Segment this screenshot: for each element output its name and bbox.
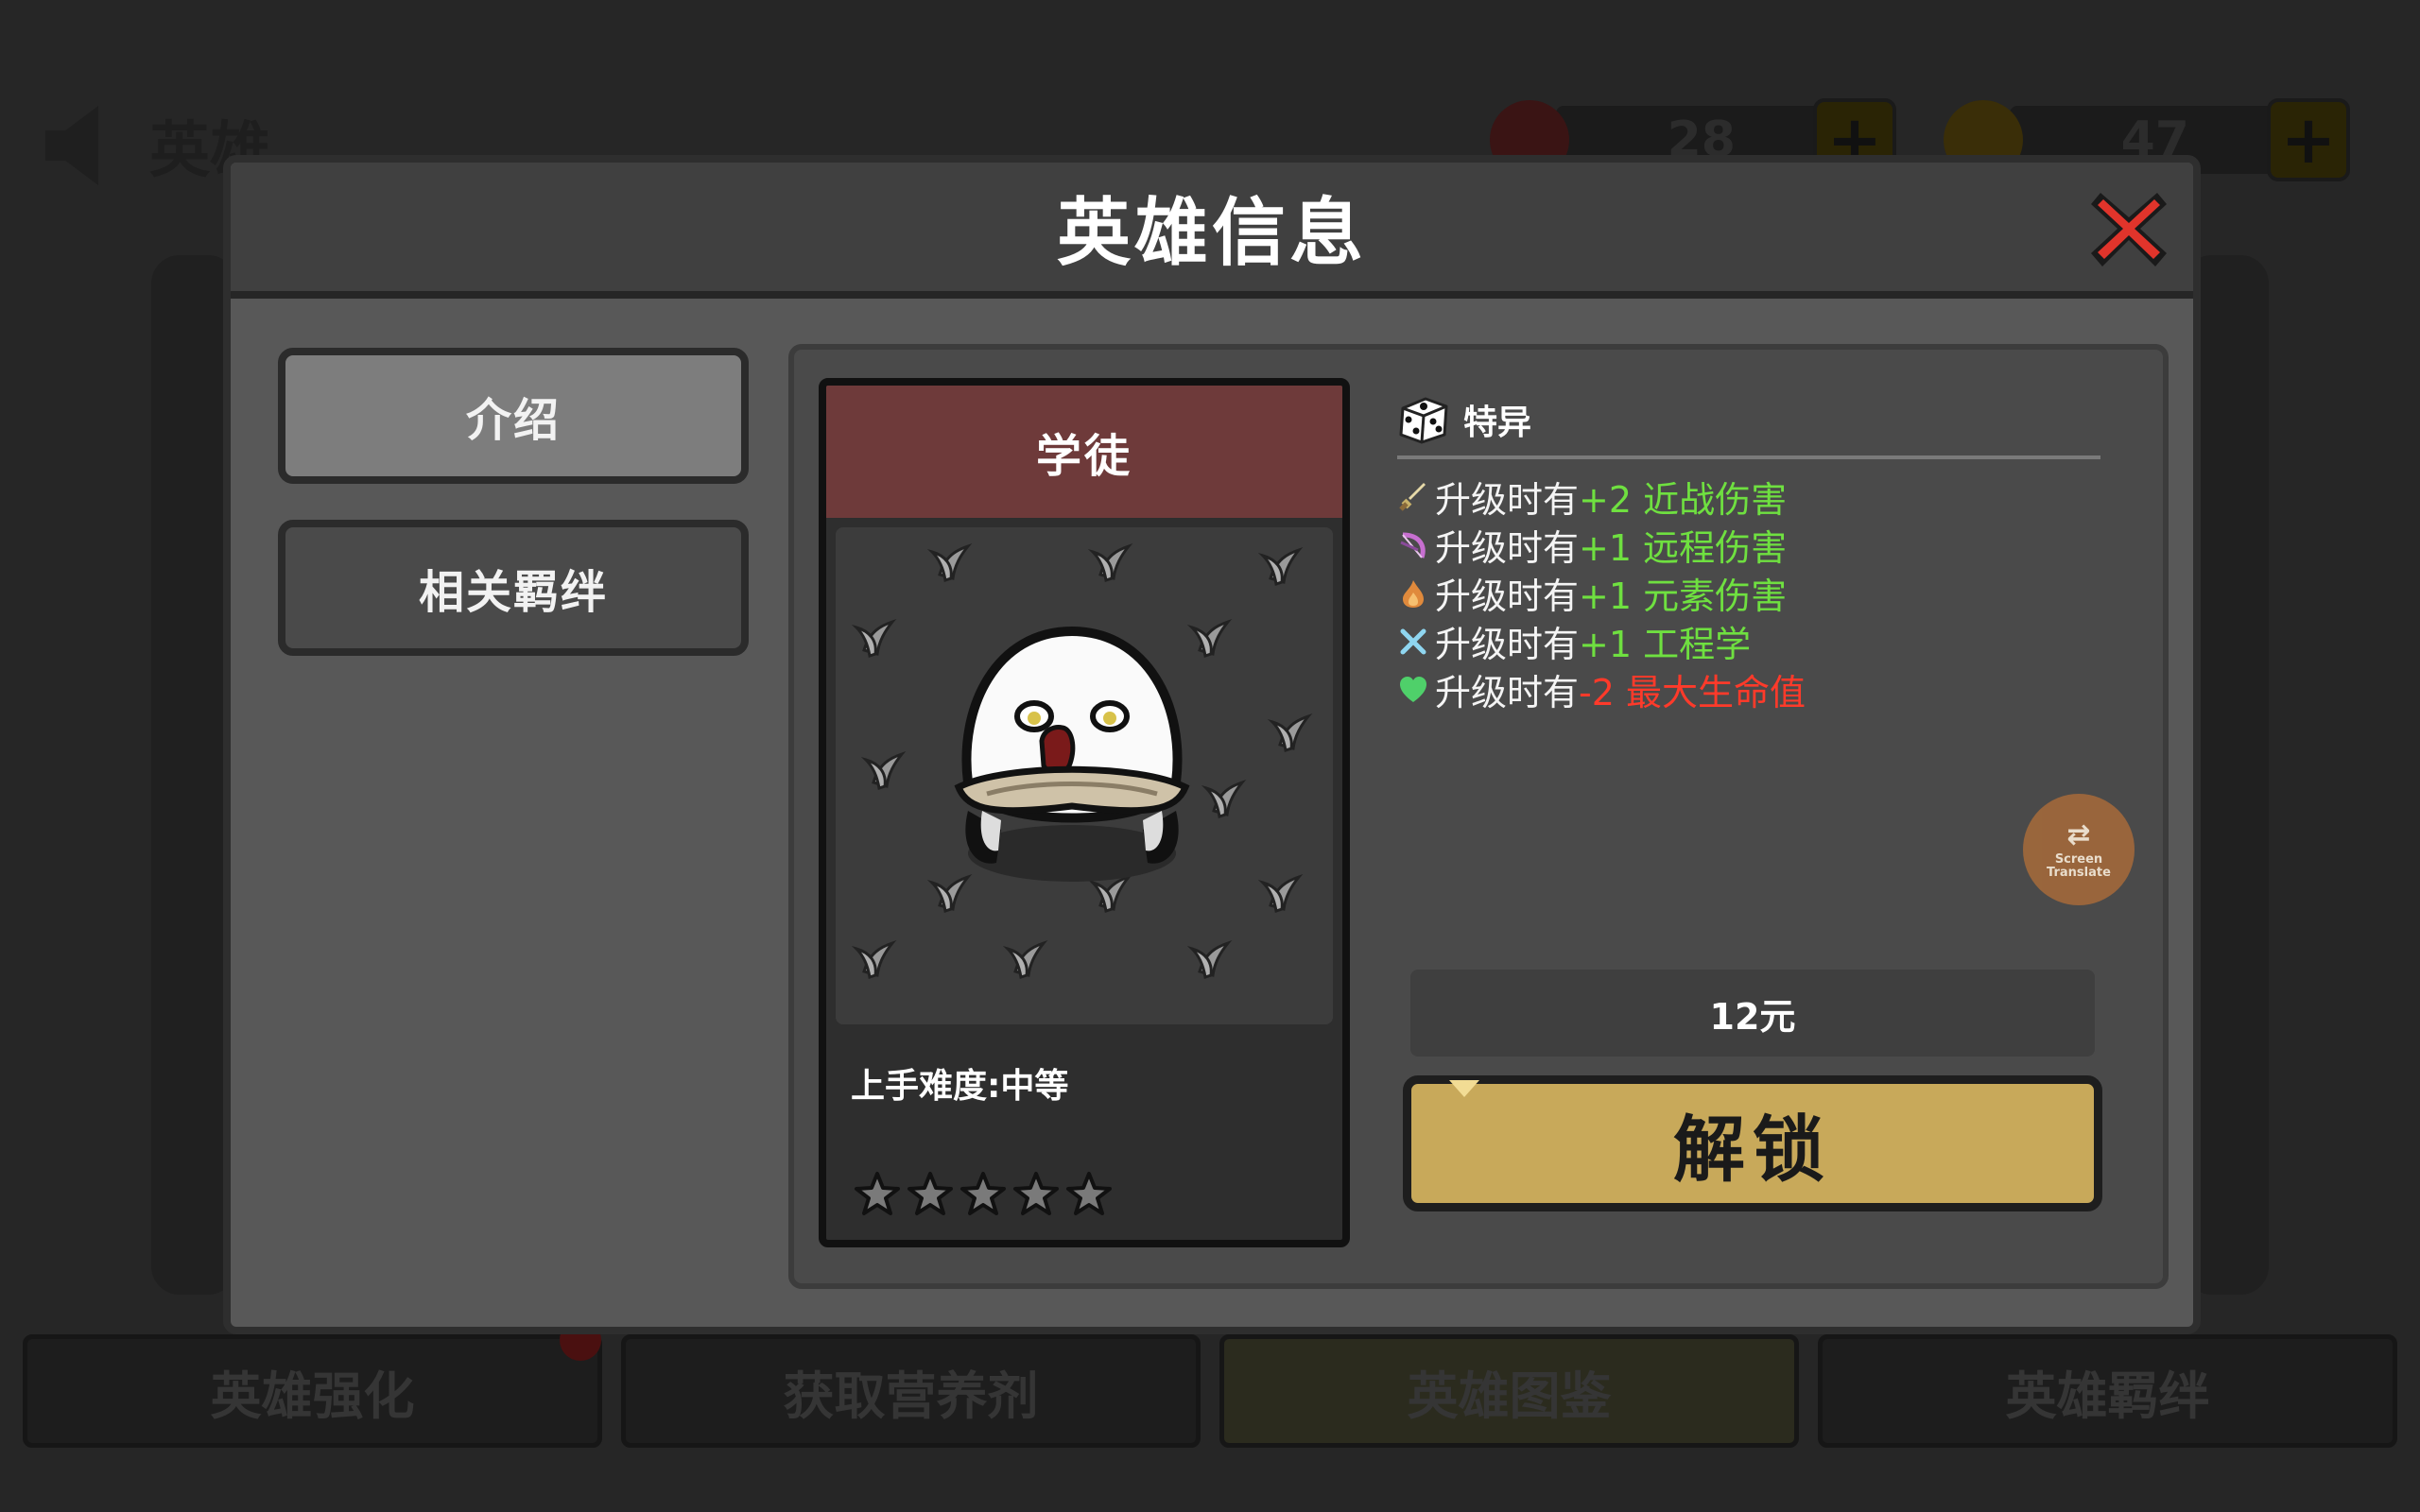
screen-translate-button[interactable]: ⇄ Screen Translate <box>2023 794 2135 905</box>
modal-title: 英雄信息 <box>1056 191 1367 276</box>
star-icon <box>908 1172 953 1215</box>
close-icon <box>2091 193 2167 266</box>
add-coin-button[interactable]: + <box>2267 98 2350 181</box>
tab-get-nutrient[interactable]: 获取营养剂 <box>621 1334 1201 1448</box>
trait-text: 升级时有 <box>1435 624 1580 665</box>
flame-icon <box>1403 579 1424 608</box>
trait-list: 升级时有 +2 近战伤害 升级时有 +1 远程伤害 升级时有 +1 元素伤害 升级时有… <box>1397 472 1806 713</box>
star-icon <box>1013 1172 1059 1215</box>
trait-text: 升级时有 <box>1435 479 1580 521</box>
hero-difficulty: 上手难度:中等 <box>851 1067 1069 1106</box>
trait-line: 升级时有 +1 元素伤害 <box>1397 569 1806 617</box>
hero-name: 学徒 <box>826 386 1342 518</box>
hero-portrait <box>836 527 1333 1024</box>
back-arrow-icon <box>45 106 98 185</box>
heart-icon <box>1400 676 1426 702</box>
hero-card: 学徒 上手难度:中等 <box>819 378 1350 1247</box>
trait-text: 升级时有 <box>1435 527 1580 569</box>
unlock-notch <box>1449 1080 1479 1097</box>
trait-text: 升级时有 <box>1435 672 1580 713</box>
translate-label-1: Screen <box>2054 852 2103 868</box>
dice-icon <box>1399 397 1448 444</box>
trait-header: 特异 <box>1397 393 1531 446</box>
hero-portrait-image <box>836 527 1333 1024</box>
bottom-tab-bar: 英雄强化 获取营养剂 英雄图鉴 英雄羁绊 <box>23 1334 2397 1448</box>
close-button[interactable] <box>2085 185 2172 272</box>
unlock-button[interactable]: 解锁 <box>1403 1075 2102 1211</box>
sword-icon <box>1399 482 1426 511</box>
trait-line: 升级时有 -2 最大生命值 <box>1397 665 1806 713</box>
trait-value: -2 最大生命值 <box>1579 672 1806 713</box>
translate-label-2: Translate <box>2047 865 2111 880</box>
tab-hero-codex[interactable]: 英雄图鉴 <box>1219 1334 1799 1448</box>
wrench-cross-icon <box>1400 628 1426 654</box>
trait-text: 升级时有 <box>1435 576 1580 617</box>
modal-header: 英雄信息 <box>231 163 2193 299</box>
star-icon <box>960 1172 1006 1215</box>
trait-line: 升级时有 +1 远程伤害 <box>1397 521 1806 569</box>
trait-line: 升级时有 +1 工程学 <box>1397 617 1806 665</box>
trait-value: +1 远程伤害 <box>1579 527 1788 569</box>
price-display: 12元 <box>1410 970 2095 1057</box>
tab-intro[interactable]: 介绍 <box>278 348 749 484</box>
bow-icon <box>1400 532 1426 558</box>
trait-line: 升级时有 +2 近战伤害 <box>1397 472 1806 521</box>
unlock-label: 解锁 <box>1673 1108 1832 1192</box>
translate-icon: ⇄ <box>2066 817 2091 851</box>
game-screen: 英雄 28 + 47 + 英雄强化 获取营养剂 英雄图鉴 英雄羁绊 英雄信息 介… <box>0 0 2420 1512</box>
trait-value: +1 工程学 <box>1579 624 1752 665</box>
trait-divider <box>1397 455 2100 459</box>
trait-value: +1 元素伤害 <box>1579 576 1788 617</box>
trait-value: +2 近战伤害 <box>1579 479 1788 521</box>
star-icon <box>855 1172 900 1215</box>
tab-hero-upgrade[interactable]: 英雄强化 <box>23 1334 602 1448</box>
tab-related-bonds[interactable]: 相关羁绊 <box>278 520 749 656</box>
star-rating <box>853 1170 1114 1219</box>
trait-title: 特异 <box>1463 404 1532 442</box>
hero-info-modal: 英雄信息 介绍 相关羁绊 学徒 上手难度:中等 特异 升级时有 +2 近战伤害 … <box>223 155 2201 1334</box>
star-icon <box>1066 1172 1112 1215</box>
tab-hero-bonds[interactable]: 英雄羁绊 <box>1818 1334 2397 1448</box>
